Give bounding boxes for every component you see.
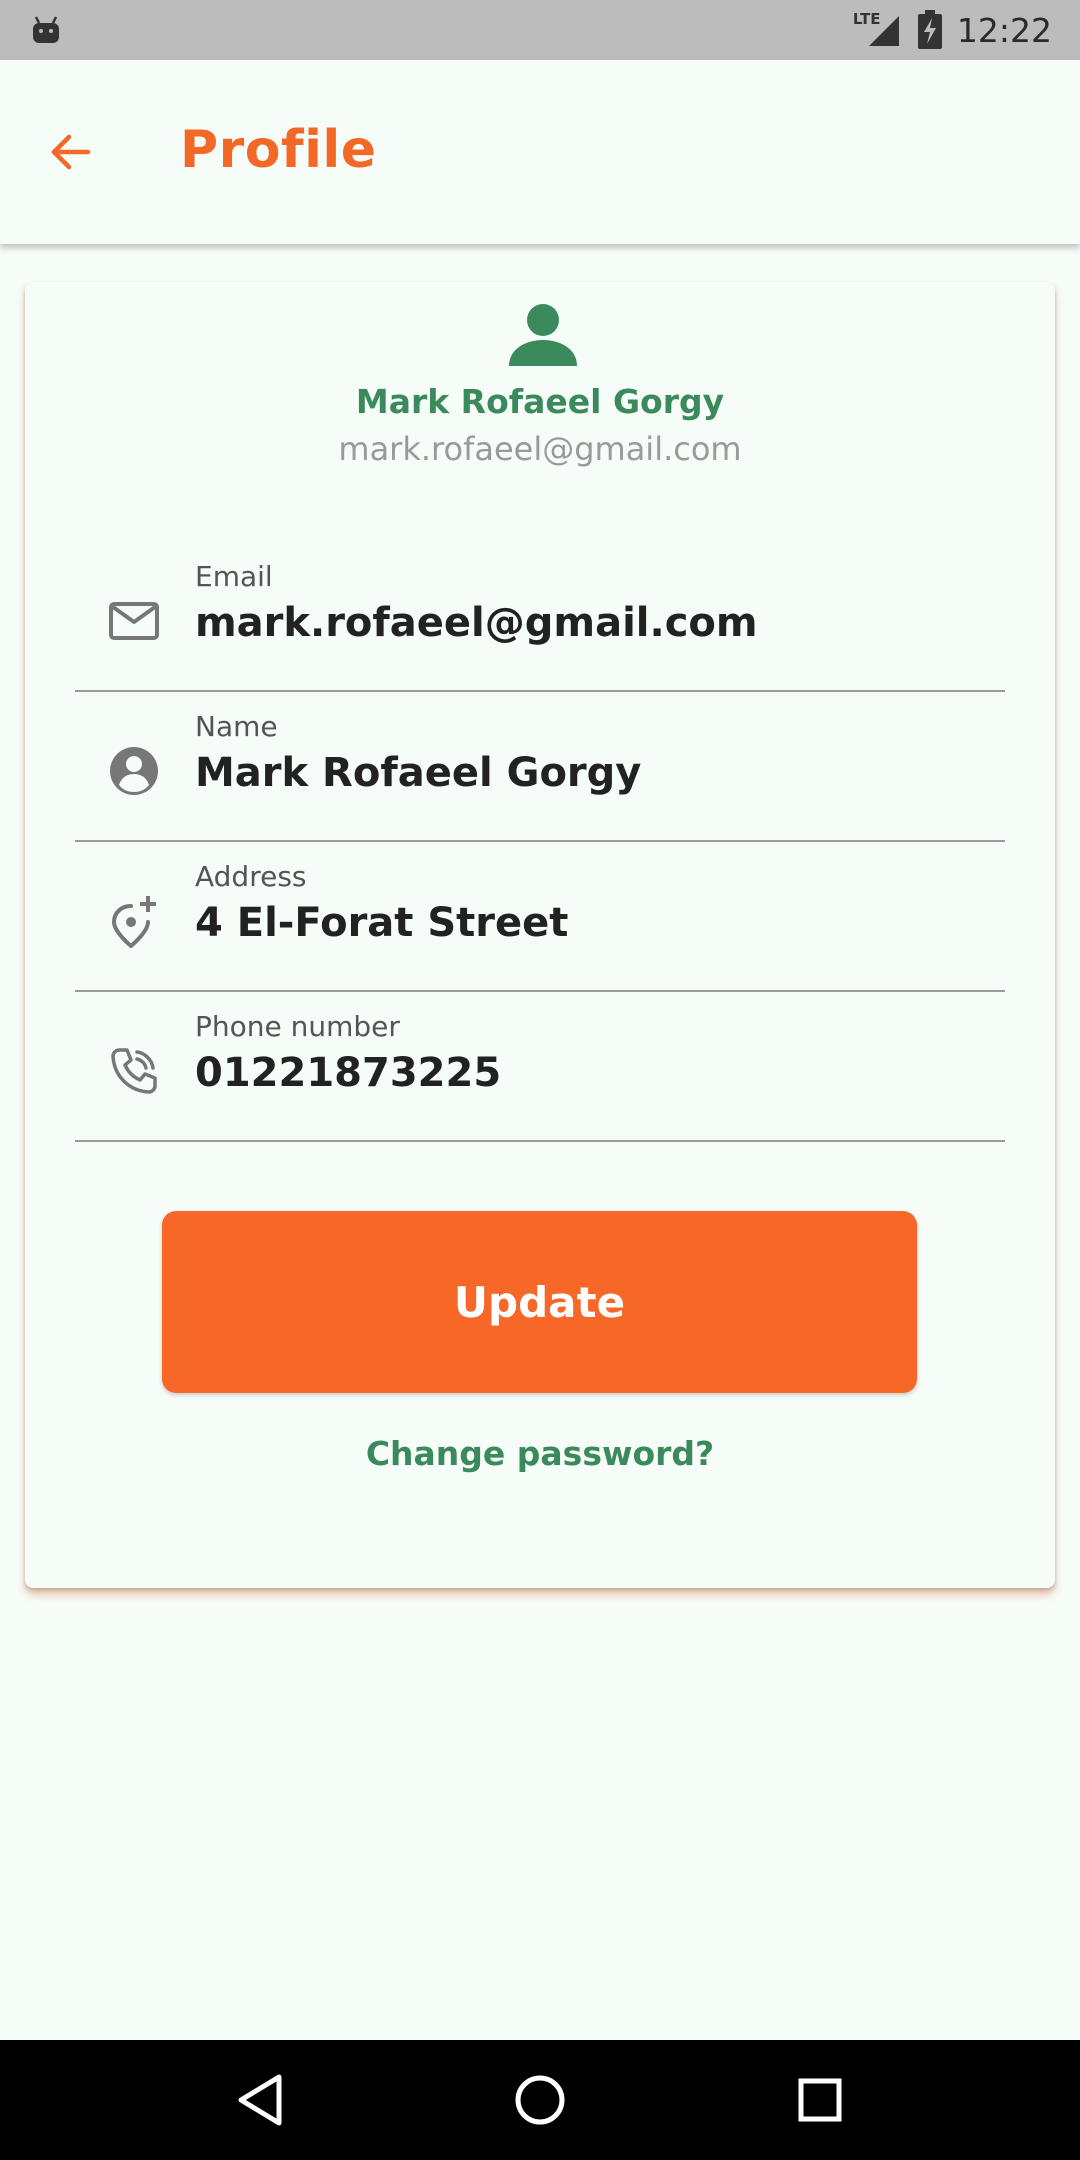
battery-charging-icon — [917, 10, 942, 49]
app-bar: Profile — [0, 60, 1080, 244]
account-circle-icon — [110, 747, 158, 795]
change-password-link[interactable]: Change password? — [25, 1434, 1055, 1473]
email-field[interactable]: Email mark.rofaeel@gmail.com — [75, 542, 1005, 692]
name-label: Name — [195, 710, 278, 743]
phone-icon — [111, 1048, 157, 1094]
address-value: 4 El-Forat Street — [195, 900, 569, 946]
back-button[interactable] — [42, 124, 98, 180]
profile-name: Mark Rofaeel Gorgy — [355, 382, 725, 421]
circle-home-icon — [515, 2075, 565, 2125]
name-field[interactable]: Name Mark Rofaeel Gorgy — [75, 692, 1005, 842]
phone-field[interactable]: Phone number 01221873225 — [75, 992, 1005, 1142]
email-value: mark.rofaeel@gmail.com — [195, 600, 758, 646]
phone-label: Phone number — [195, 1010, 400, 1043]
phone-value: 01221873225 — [195, 1050, 502, 1096]
email-label: Email — [195, 560, 273, 593]
android-debug-icon — [33, 16, 59, 43]
address-field[interactable]: Address 4 El-Forat Street — [75, 842, 1005, 992]
square-recents-icon — [798, 2078, 842, 2122]
address-label: Address — [195, 860, 307, 893]
nav-recents-button[interactable] — [780, 2060, 860, 2140]
profile-card: Mark Rofaeel Gorgy mark.rofaeel@gmail.co… — [25, 282, 1055, 1588]
name-value: Mark Rofaeel Gorgy — [195, 750, 642, 796]
status-bar: LTE 12:22 — [0, 0, 1080, 60]
update-button[interactable]: Update — [162, 1211, 917, 1393]
nav-home-button[interactable] — [500, 2060, 580, 2140]
triangle-back-icon — [238, 2074, 282, 2126]
mail-icon — [109, 602, 159, 640]
add-location-icon — [111, 896, 156, 948]
system-nav-bar — [0, 2040, 1080, 2160]
signal-icon: LTE — [853, 10, 903, 50]
profile-email: mark.rofaeel@gmail.com — [338, 430, 742, 468]
person-icon — [509, 304, 577, 366]
page-title: Profile — [180, 120, 377, 180]
status-time: 12:22 — [956, 10, 1052, 50]
arrow-left-icon — [51, 134, 91, 170]
nav-back-button[interactable] — [220, 2060, 300, 2140]
